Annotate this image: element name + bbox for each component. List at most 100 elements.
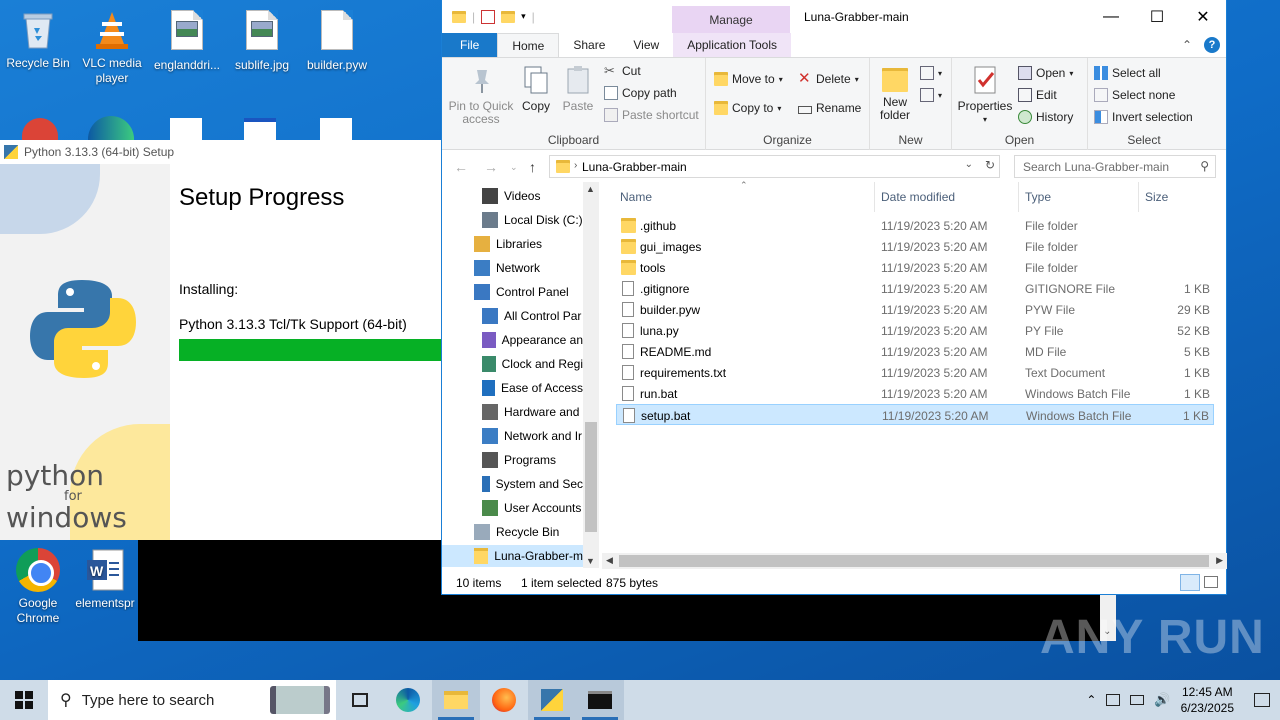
- desktop-icon-file-partial[interactable]: [170, 118, 202, 140]
- pin-to-quick-access-button[interactable]: Pin to Quick access: [448, 64, 514, 126]
- tab-file[interactable]: File: [442, 33, 498, 57]
- file-explorer-icon[interactable]: [432, 680, 480, 720]
- nav-item[interactable]: Clock and Regi: [442, 353, 583, 375]
- monitor-icon[interactable]: [1130, 695, 1145, 705]
- properties-button[interactable]: Properties ▾: [956, 64, 1014, 126]
- file-row[interactable]: README.md 11/19/2023 5:20 AM MD File 5 KB: [616, 341, 1214, 362]
- scrollbar-thumb[interactable]: [585, 422, 597, 532]
- minimize-button[interactable]: —: [1088, 0, 1134, 33]
- paste-shortcut-button[interactable]: Paste shortcut: [604, 108, 699, 122]
- desktop-icon-edge-partial[interactable]: [88, 116, 134, 140]
- file-row[interactable]: builder.pyw 11/19/2023 5:20 AM PYW File 29 …: [616, 299, 1214, 320]
- desktop-icon-file-partial[interactable]: [244, 118, 276, 140]
- desktop-icon-builder[interactable]: builder.pyw: [299, 8, 375, 73]
- nav-item[interactable]: Videos: [442, 185, 583, 207]
- file-row[interactable]: tools 11/19/2023 5:20 AM File folder: [616, 257, 1214, 278]
- easy-access-button[interactable]: ▾: [920, 88, 942, 102]
- nav-item[interactable]: Recycle Bin: [442, 521, 583, 543]
- maximize-button[interactable]: ☐: [1134, 0, 1180, 33]
- select-all-button[interactable]: Select all: [1094, 66, 1161, 80]
- file-row[interactable]: gui_images 11/19/2023 5:20 AM File folder: [616, 236, 1214, 257]
- new-folder-qa-icon[interactable]: [501, 10, 516, 23]
- nav-item[interactable]: All Control Par: [442, 305, 583, 327]
- navigation-pane-scrollbar[interactable]: ▲ ▼: [583, 182, 599, 568]
- scroll-left-icon[interactable]: ◀: [606, 555, 613, 566]
- explorer-titlebar[interactable]: | ▾ | Manage Luna-Grabber-main — ☐ ✕: [442, 0, 1226, 33]
- python-setup-titlebar[interactable]: Python 3.13.3 (64-bit) Setup: [0, 140, 441, 164]
- recent-locations-icon[interactable]: ⌄: [510, 162, 518, 173]
- nav-item[interactable]: Control Panel: [442, 281, 583, 303]
- nav-item[interactable]: Luna-Grabber-m: [442, 545, 583, 567]
- edge-icon[interactable]: [384, 680, 432, 720]
- file-row[interactable]: setup.bat 11/19/2023 5:20 AM Windows Batch…: [616, 404, 1214, 425]
- desktop-icon-google-chrome[interactable]: Google Chrome: [0, 548, 76, 626]
- desktop-icon-file-partial[interactable]: [320, 118, 352, 140]
- up-icon[interactable]: ↑: [529, 159, 536, 175]
- desktop-icon-elementspr[interactable]: W elementspr: [72, 548, 138, 611]
- notifications-icon[interactable]: [1254, 693, 1270, 707]
- delete-button[interactable]: ✕ Delete ▾: [798, 71, 859, 86]
- file-row[interactable]: .gitignore 11/19/2023 5:20 AM GITIGNORE Fi…: [616, 278, 1214, 299]
- file-row[interactable]: luna.py 11/19/2023 5:20 AM PY File 52 KB: [616, 320, 1214, 341]
- copy-to-button[interactable]: Copy to ▾: [714, 101, 781, 115]
- copy-button[interactable]: Copy: [518, 64, 554, 113]
- file-list-horizontal-scrollbar[interactable]: ◀ ▶: [602, 553, 1227, 569]
- terminal-icon[interactable]: [576, 680, 624, 720]
- search-input[interactable]: Search Luna-Grabber-main ⚲: [1014, 155, 1216, 178]
- forward-icon[interactable]: →: [484, 159, 498, 175]
- new-folder-button[interactable]: New folder: [874, 64, 916, 122]
- nav-item[interactable]: Network and Ir: [442, 425, 583, 447]
- back-icon[interactable]: ←: [454, 159, 468, 175]
- nav-item[interactable]: Network: [442, 257, 583, 279]
- python-setup-icon[interactable]: [528, 680, 576, 720]
- show-hidden-icons-icon[interactable]: ⌃: [1086, 693, 1096, 707]
- start-button[interactable]: [0, 680, 48, 720]
- nav-item[interactable]: Programs: [442, 449, 583, 471]
- invert-selection-button[interactable]: Invert selection: [1094, 110, 1193, 124]
- close-button[interactable]: ✕: [1180, 0, 1226, 33]
- help-icon[interactable]: ?: [1204, 37, 1220, 53]
- open-button[interactable]: Open ▾: [1018, 66, 1073, 80]
- select-none-button[interactable]: Select none: [1094, 88, 1175, 102]
- history-button[interactable]: History: [1018, 110, 1073, 124]
- taskbar-search-box[interactable]: ⚲ Type here to search: [48, 680, 336, 720]
- address-dropdown-icon[interactable]: ⌄: [965, 159, 973, 170]
- column-header-size[interactable]: Size: [1145, 182, 1168, 212]
- tab-application-tools[interactable]: Application Tools: [673, 33, 792, 57]
- nav-item[interactable]: Ease of Access: [442, 377, 583, 399]
- rename-button[interactable]: Rename: [798, 101, 861, 115]
- desktop-icon-recycle-bin[interactable]: Recycle Bin: [0, 8, 76, 71]
- move-to-button[interactable]: Move to ▾: [714, 72, 783, 86]
- file-row[interactable]: run.bat 11/19/2023 5:20 AM Windows Batch F…: [616, 383, 1214, 404]
- tab-view[interactable]: View: [619, 33, 673, 57]
- tab-share[interactable]: Share: [559, 33, 619, 57]
- new-item-button[interactable]: ▾: [920, 66, 942, 80]
- properties-qa-icon[interactable]: [481, 9, 496, 24]
- address-separator-icon[interactable]: ›: [574, 160, 577, 171]
- customize-qa-icon[interactable]: ▾: [521, 11, 526, 22]
- nav-item[interactable]: User Accounts: [442, 497, 583, 519]
- column-header-name[interactable]: Name: [620, 182, 652, 212]
- address-bar[interactable]: › Luna-Grabber-main ⌄ ↻: [549, 155, 1000, 178]
- details-view-icon[interactable]: [1180, 574, 1200, 591]
- paste-button[interactable]: Paste: [560, 64, 596, 113]
- nav-item[interactable]: System and Sec: [442, 473, 583, 495]
- nav-item[interactable]: Hardware and: [442, 401, 583, 423]
- task-view-icon[interactable]: [336, 680, 384, 720]
- file-row[interactable]: .github 11/19/2023 5:20 AM File folder: [616, 215, 1214, 236]
- desktop-icon-sublife[interactable]: sublife.jpg: [224, 8, 300, 73]
- desktop-icon-englanddri[interactable]: englanddri...: [149, 8, 225, 73]
- scroll-right-icon[interactable]: ▶: [1216, 555, 1223, 566]
- nav-item[interactable]: Local Disk (C:): [442, 209, 583, 231]
- taskbar-clock[interactable]: 12:45 AM 6/23/2025: [1181, 684, 1234, 716]
- refresh-icon[interactable]: ↻: [985, 158, 995, 172]
- file-row[interactable]: requirements.txt 11/19/2023 5:20 AM Text D…: [616, 362, 1214, 383]
- tab-home[interactable]: Home: [497, 33, 560, 57]
- copy-path-button[interactable]: Copy path: [604, 86, 677, 100]
- scroll-up-icon[interactable]: ▲: [586, 184, 595, 194]
- column-header-type[interactable]: Type: [1025, 182, 1051, 212]
- large-icons-view-icon[interactable]: [1204, 576, 1218, 588]
- collapse-ribbon-icon[interactable]: ⌃: [1182, 38, 1192, 52]
- scrollbar-thumb[interactable]: [619, 555, 1209, 567]
- volume-icon[interactable]: 🔊: [1154, 692, 1170, 708]
